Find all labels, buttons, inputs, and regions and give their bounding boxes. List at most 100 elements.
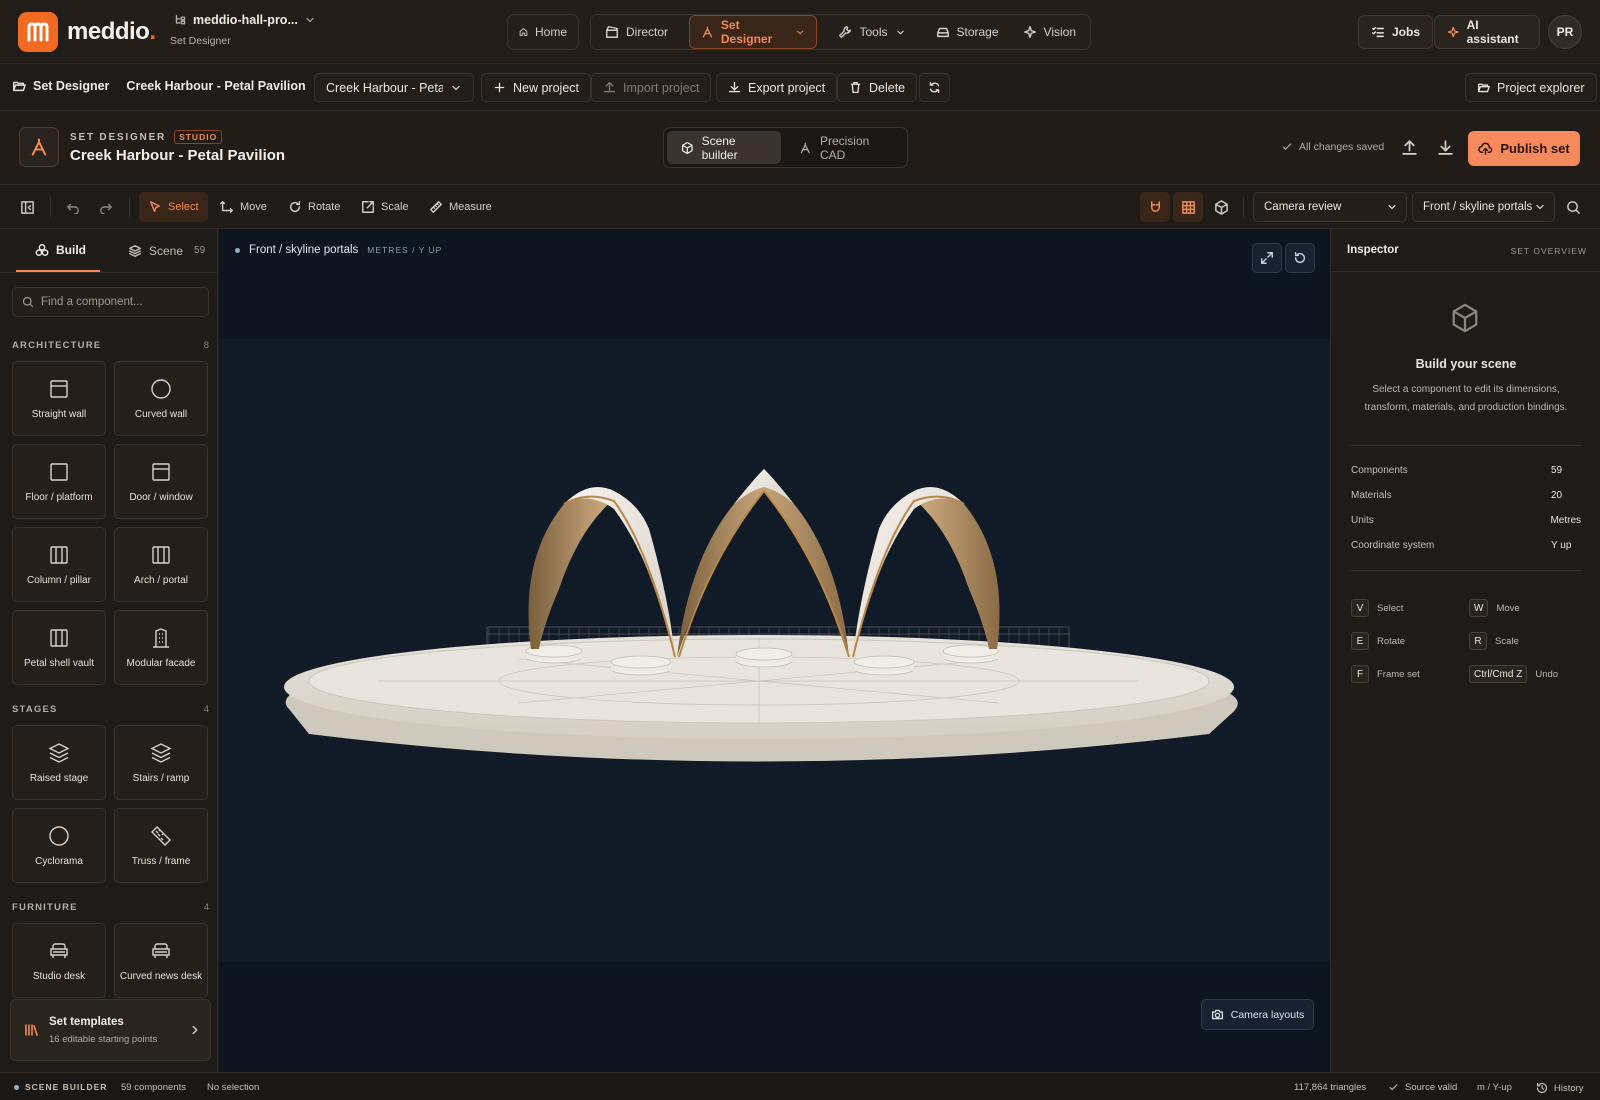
delete-button[interactable]: Delete	[837, 73, 918, 102]
component-modular-facade[interactable]: Modular facade	[114, 610, 208, 685]
layers-icon	[150, 743, 172, 763]
chevron-down-icon	[306, 17, 314, 23]
header-kicker: SET DESIGNER STUDIO	[70, 130, 223, 144]
sparkle-icon	[1023, 26, 1036, 38]
component-studio-desk[interactable]: Studio desk	[12, 923, 106, 998]
component-curved-news-desk[interactable]: Curved news desk	[114, 923, 208, 998]
project-bar: Set Designer Creek Harbour - Petal Pavil…	[0, 64, 1600, 111]
meddio-logo-icon	[27, 22, 49, 42]
logo-mark[interactable]	[18, 12, 58, 52]
component-truss-frame[interactable]: Truss / frame	[114, 808, 208, 883]
scale-tool[interactable]: Scale	[352, 192, 418, 222]
new-project-button[interactable]: New project	[481, 73, 591, 102]
storage-icon	[936, 27, 949, 38]
cube-icon	[681, 141, 693, 154]
tab-build[interactable]: Build	[16, 229, 100, 272]
status-bar: SCENE BUILDER 59 components No selection…	[0, 1072, 1600, 1100]
magnet-icon	[1150, 200, 1160, 212]
move-tool[interactable]: Move	[211, 192, 276, 222]
inspector-panel: Inspector SET OVERVIEW Build your scene …	[1330, 229, 1600, 1072]
component-cyclorama[interactable]: Cyclorama	[12, 808, 106, 883]
section-stages: STAGES 4	[12, 704, 209, 715]
search-button[interactable]	[1558, 192, 1588, 222]
camera-mode-select[interactable]: Camera review	[1253, 192, 1407, 222]
inspector-title: Inspector	[1347, 244, 1399, 256]
editor-toolbar: Select Move Rotate Scale Measure Camera …	[0, 185, 1600, 229]
tab-scene[interactable]: Scene 59	[128, 229, 205, 272]
project-explorer-button[interactable]: Project explorer	[1465, 73, 1597, 102]
sofa-icon	[50, 943, 68, 958]
ai-assistant-button[interactable]: AI assistant	[1434, 15, 1540, 49]
scene-viewport[interactable]: Front / skyline portals METRES / Y UP Ca…	[219, 229, 1330, 1072]
component-column-pillar[interactable]: Column / pillar	[12, 527, 106, 602]
chevron-down-icon	[452, 85, 460, 90]
upload-icon[interactable]	[1401, 139, 1418, 156]
ruler-icon	[151, 826, 171, 846]
nav-set-designer[interactable]: Set Designer	[689, 15, 818, 49]
status-components: 59 components	[121, 1082, 186, 1093]
project-switcher[interactable]: meddio-hall-pro... Set Designer	[170, 13, 316, 47]
nav-director[interactable]: Director	[594, 15, 679, 49]
search-input[interactable]	[41, 296, 191, 308]
layers-icon	[129, 244, 141, 257]
tab-scene-builder[interactable]: Scene builder	[667, 131, 782, 164]
brand-name: meddio.	[67, 18, 156, 45]
rotate-icon	[289, 201, 301, 213]
toggle-sidebar-button[interactable]	[12, 192, 42, 222]
circle-icon	[49, 826, 69, 846]
status-mode: SCENE BUILDER	[14, 1082, 107, 1092]
component-raised-stage[interactable]: Raised stage	[12, 725, 106, 800]
download-icon	[728, 81, 741, 93]
component-arch-portal[interactable]: Arch / portal	[114, 527, 208, 602]
columns-icon	[50, 546, 68, 564]
shortcut-select: V Select	[1351, 599, 1403, 617]
compass-icon	[31, 138, 47, 156]
wrench-icon	[839, 26, 852, 38]
download-icon[interactable]	[1437, 139, 1454, 156]
check-icon	[1389, 1084, 1398, 1091]
history-icon	[1536, 1082, 1548, 1094]
history-button[interactable]: History	[1536, 1082, 1584, 1094]
project-select[interactable]: Creek Harbour - Petal Pavilion	[314, 73, 474, 102]
redo-button[interactable]	[91, 192, 121, 222]
user-avatar[interactable]: PR	[1548, 15, 1582, 49]
nav-home[interactable]: Home	[508, 15, 578, 49]
nav-vision[interactable]: Vision	[1012, 15, 1087, 49]
refresh-button[interactable]	[919, 73, 950, 102]
component-door-window[interactable]: Door / window	[114, 444, 208, 519]
upload-icon	[603, 81, 616, 93]
mode-switch: Scene builder Precision CAD	[663, 127, 908, 168]
project-title: Creek Harbour - Petal Pavilion	[126, 79, 306, 93]
component-petal-shell-vault[interactable]: Petal shell vault	[12, 610, 106, 685]
import-project-button[interactable]: Import project	[591, 73, 712, 102]
empty-state-description: Select a component to edit its dimension…	[1364, 384, 1568, 413]
refresh-icon	[929, 81, 940, 94]
export-project-button[interactable]: Export project	[716, 73, 838, 102]
rotate-tool[interactable]: Rotate	[279, 192, 349, 222]
section-furniture: FURNITURE 4	[12, 902, 209, 913]
component-stairs-ramp[interactable]: Stairs / ramp	[114, 725, 208, 800]
camera-view-select[interactable]: Front / skyline portals	[1412, 192, 1555, 222]
tab-precision-cad[interactable]: Precision CAD	[785, 131, 904, 164]
nav-tools[interactable]: Tools	[827, 15, 916, 49]
undo-button[interactable]	[58, 192, 88, 222]
grid-toggle[interactable]	[1173, 192, 1203, 222]
jobs-button[interactable]: Jobs	[1358, 15, 1434, 49]
circle-icon	[151, 379, 171, 399]
set-templates-button[interactable]: Set templates 16 editable starting point…	[10, 999, 211, 1061]
component-floor-platform[interactable]: Floor / platform	[12, 444, 106, 519]
square-icon	[50, 463, 68, 481]
select-tool[interactable]: Select	[139, 192, 208, 222]
component-curved-wall[interactable]: Curved wall	[114, 361, 208, 436]
component-straight-wall[interactable]: Straight wall	[12, 361, 106, 436]
nav-storage[interactable]: Storage	[925, 15, 1010, 49]
view-cube-button[interactable]	[1206, 192, 1236, 222]
snap-toggle[interactable]	[1140, 192, 1170, 222]
camera-layouts-button[interactable]: Camera layouts	[1201, 999, 1314, 1030]
publish-set-button[interactable]: Publish set	[1468, 131, 1580, 166]
component-search[interactable]	[12, 287, 209, 317]
measure-tool[interactable]: Measure	[420, 192, 501, 222]
stat-materials: Materials 20	[1351, 490, 1563, 501]
folder-open-icon	[1477, 83, 1490, 93]
undo-icon	[67, 203, 79, 214]
